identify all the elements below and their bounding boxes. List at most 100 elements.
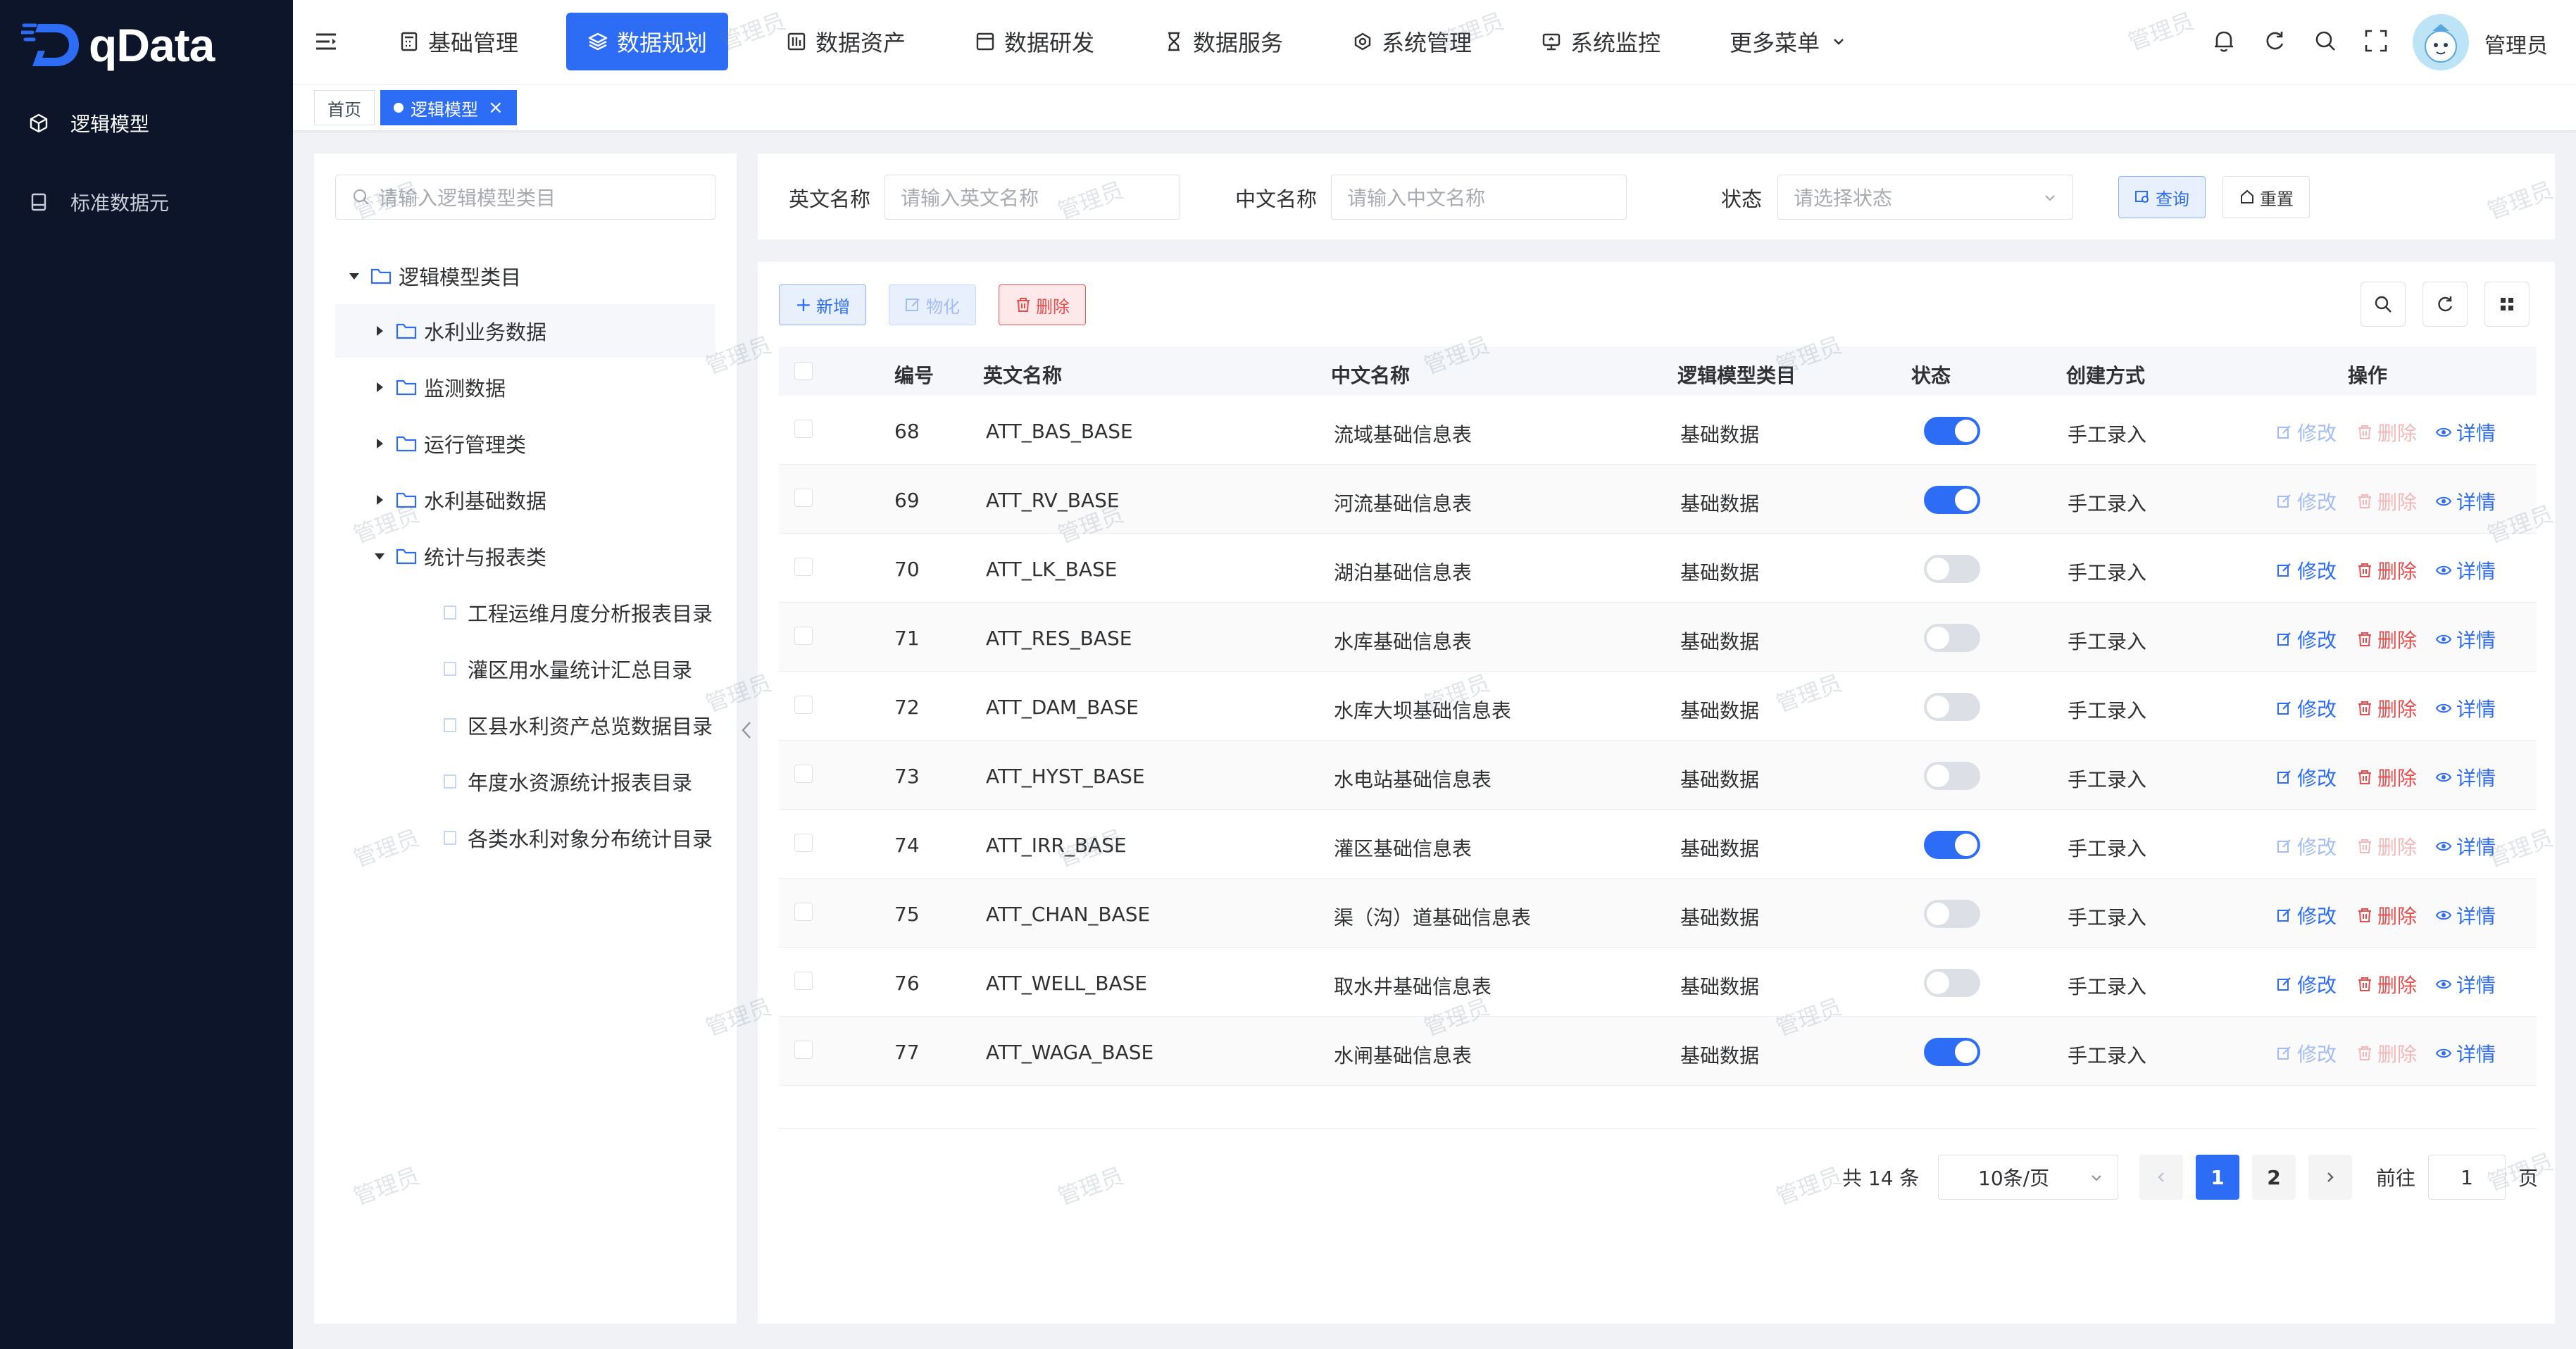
menu-toggle-icon[interactable] — [314, 30, 338, 54]
refresh-table-button[interactable] — [2422, 282, 2468, 327]
edit-action[interactable]: 修改 — [2276, 487, 2337, 515]
table-row[interactable]: 70 ATT_LK_BASE 湖泊基础信息表 基础数据 手工录入 修改 删除 详… — [779, 534, 2537, 603]
sidebar-item-logical-model[interactable]: 逻辑模型 — [0, 92, 293, 155]
detail-action[interactable]: 详情 — [2435, 901, 2496, 929]
add-button[interactable]: + 新增 — [779, 284, 866, 325]
goto-page-input[interactable]: 1 — [2428, 1155, 2506, 1200]
close-icon[interactable]: × — [488, 97, 504, 118]
app-logo[interactable]: qData — [21, 17, 215, 73]
table-row[interactable]: 72 ATT_DAM_BASE 水库大坝基础信息表 基础数据 手工录入 修改 删… — [779, 672, 2537, 741]
delete-action[interactable]: 删除 — [2356, 763, 2417, 791]
edit-action[interactable]: 修改 — [2276, 556, 2337, 584]
query-button[interactable]: 查询 — [2118, 176, 2206, 218]
status-switch[interactable] — [1924, 555, 1980, 583]
nav-item-data-service[interactable]: 数据服务 — [1142, 13, 1304, 70]
page-1-button[interactable]: 1 — [2196, 1155, 2239, 1200]
status-switch[interactable] — [1924, 900, 1980, 928]
tab-home[interactable]: 首页 — [314, 90, 375, 125]
edit-action[interactable]: 修改 — [2276, 763, 2337, 791]
tab-logical-model[interactable]: 逻辑模型 × — [380, 90, 517, 125]
row-checkbox[interactable] — [794, 765, 813, 783]
sidebar-item-standard-element[interactable]: 标准数据元 — [0, 170, 293, 234]
detail-action[interactable]: 详情 — [2435, 694, 2496, 722]
user-name[interactable]: 管理员 — [2484, 28, 2548, 59]
toggle-search-button[interactable] — [2361, 282, 2406, 327]
bulk-delete-button[interactable]: 删除 — [999, 284, 1086, 325]
tree-node-category[interactable]: 统计与报表类 — [335, 529, 715, 583]
tree-node-category[interactable]: 监测数据 — [335, 360, 715, 414]
edit-action[interactable]: 修改 — [2276, 832, 2337, 860]
tree-leaf[interactable]: 各类水利对象分布统计目录 — [335, 811, 715, 865]
status-switch[interactable] — [1924, 486, 1980, 514]
row-checkbox[interactable] — [794, 834, 813, 852]
nav-item-data-planning[interactable]: 数据规划 — [566, 13, 729, 70]
detail-action[interactable]: 详情 — [2435, 970, 2496, 998]
column-header[interactable]: 英文名称 — [983, 360, 1062, 389]
edit-action[interactable]: 修改 — [2276, 1039, 2337, 1067]
delete-action[interactable]: 删除 — [2356, 556, 2417, 584]
nav-item-system-management[interactable]: 系统管理 — [1331, 13, 1493, 70]
status-switch[interactable] — [1924, 762, 1980, 790]
detail-action[interactable]: 详情 — [2435, 487, 2496, 515]
tree-node-category[interactable]: 水利业务数据 — [335, 304, 715, 358]
row-checkbox[interactable] — [794, 558, 813, 576]
edit-action[interactable]: 修改 — [2276, 625, 2337, 653]
table-row[interactable]: 76 ATT_WELL_BASE 取水井基础信息表 基础数据 手工录入 修改 删… — [779, 948, 2537, 1017]
row-checkbox[interactable] — [794, 489, 813, 507]
cn-name-input[interactable]: 请输入中文名称 — [1331, 175, 1627, 220]
delete-action[interactable]: 删除 — [2356, 694, 2417, 722]
detail-action[interactable]: 详情 — [2435, 1039, 2496, 1067]
table-row[interactable]: 75 ATT_CHAN_BASE 渠（沟）道基础信息表 基础数据 手工录入 修改… — [779, 879, 2537, 948]
status-switch[interactable] — [1924, 693, 1980, 721]
avatar[interactable] — [2413, 14, 2469, 70]
next-page-button[interactable] — [2308, 1155, 2352, 1200]
status-switch[interactable] — [1924, 417, 1980, 445]
page-size-select[interactable]: 10条/页 — [1938, 1155, 2118, 1200]
search-icon[interactable] — [2311, 27, 2339, 55]
materialize-button[interactable]: 物化 — [889, 284, 976, 325]
table-row[interactable]: 77 ATT_WAGA_BASE 水闸基础信息表 基础数据 手工录入 修改 删除… — [779, 1017, 2537, 1086]
nav-item-data-dev[interactable]: 数据研发 — [954, 13, 1115, 70]
column-header[interactable]: 编号 — [894, 360, 934, 389]
prev-page-button[interactable] — [2139, 1155, 2183, 1200]
delete-action[interactable]: 删除 — [2356, 832, 2417, 860]
row-checkbox[interactable] — [794, 627, 813, 645]
detail-action[interactable]: 详情 — [2435, 832, 2496, 860]
select-all-checkbox[interactable] — [794, 362, 813, 380]
edit-action[interactable]: 修改 — [2276, 901, 2337, 929]
column-header[interactable]: 状态 — [1911, 360, 1951, 389]
column-header[interactable]: 创建方式 — [2066, 360, 2145, 389]
edit-action[interactable]: 修改 — [2276, 694, 2337, 722]
tree-leaf[interactable]: 年度水资源统计报表目录 — [335, 755, 715, 808]
edit-action[interactable]: 修改 — [2276, 970, 2337, 998]
table-row[interactable]: 69 ATT_RV_BASE 河流基础信息表 基础数据 手工录入 修改 删除 详… — [779, 465, 2537, 534]
status-select[interactable]: 请选择状态 — [1777, 175, 2073, 220]
row-checkbox[interactable] — [794, 972, 813, 990]
collapse-panel-icon[interactable] — [739, 720, 754, 741]
status-switch[interactable] — [1924, 624, 1980, 652]
detail-action[interactable]: 详情 — [2435, 763, 2496, 791]
nav-item-data-assets[interactable]: 数据资产 — [765, 13, 927, 70]
table-row[interactable]: 71 ATT_RES_BASE 水库基础信息表 基础数据 手工录入 修改 删除 … — [779, 603, 2537, 672]
row-checkbox[interactable] — [794, 903, 813, 921]
table-row[interactable]: 73 ATT_HYST_BASE 水电站基础信息表 基础数据 手工录入 修改 删… — [779, 741, 2537, 810]
tree-search-input[interactable]: 请输入逻辑模型类目 — [335, 175, 715, 220]
tree-leaf[interactable]: 区县水利资产总览数据目录 — [335, 698, 715, 752]
delete-action[interactable]: 删除 — [2356, 1039, 2417, 1067]
fullscreen-icon[interactable] — [2362, 27, 2390, 55]
status-switch[interactable] — [1924, 831, 1980, 859]
refresh-icon[interactable] — [2261, 27, 2289, 55]
caret-right-icon[interactable] — [370, 437, 389, 450]
delete-action[interactable]: 删除 — [2356, 970, 2417, 998]
row-checkbox[interactable] — [794, 696, 813, 714]
edit-action[interactable]: 修改 — [2276, 418, 2337, 446]
delete-action[interactable]: 删除 — [2356, 487, 2417, 515]
status-switch[interactable] — [1924, 1038, 1980, 1066]
nav-item-basic-management[interactable]: 基础管理 — [377, 13, 539, 70]
detail-action[interactable]: 详情 — [2435, 556, 2496, 584]
nav-item-more-menu[interactable]: 更多菜单 — [1708, 13, 1870, 70]
tree-leaf[interactable]: 工程运维月度分析报表目录 — [335, 586, 715, 639]
column-header[interactable]: 中文名称 — [1331, 360, 1410, 389]
row-checkbox[interactable] — [794, 1041, 813, 1059]
nav-item-system-monitor[interactable]: 系统监控 — [1520, 13, 1682, 70]
